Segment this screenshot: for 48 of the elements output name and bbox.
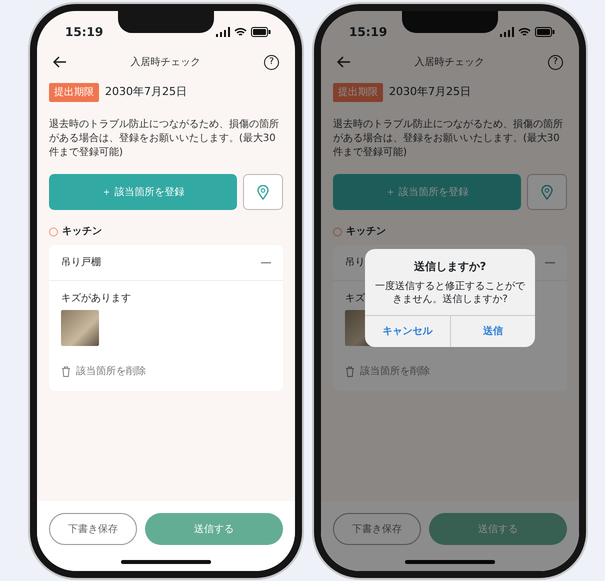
wifi-icon [234,27,247,37]
add-location-button[interactable]: ＋ 該当箇所を登録 [333,174,521,210]
battery-icon [251,27,271,37]
save-draft-button[interactable]: 下書き保存 [333,513,421,545]
submit-button[interactable]: 送信する [145,513,283,545]
notice-text: 退去時のトラブル防止につながるため、損傷の箇所がある場合は、登録をお願いいたします。(最大30件まで登録可能) [48,118,280,160]
help-button[interactable]: ? [264,54,279,70]
item-title: 吊り [345,256,365,270]
dialog-title: 送信しますか? [412,259,488,275]
photo-placeholder [61,310,99,346]
map-pin-button[interactable] [527,174,567,210]
item-comment: キズがあります [61,292,131,306]
screen-title: 入居時チェック [414,56,484,70]
location-icon [333,226,342,236]
location-icon [49,226,58,236]
notice-text: 退去時のトラブル防止につながるため、損傷の箇所がある場合は、登録をお願いいたします。(最大30件まで登録可能) [332,118,564,160]
section-title: キッチン [62,225,102,239]
submit-button[interactable]: 送信する [429,513,567,545]
deadline-date: 2030年7月25日 [105,84,187,100]
section-title: キッチン [346,225,386,239]
map-pin-icon [257,184,269,200]
save-draft-button[interactable]: 下書き保存 [49,513,137,545]
map-pin-button[interactable] [243,174,283,210]
map-pin-icon [541,184,553,200]
add-location-button[interactable]: ＋ 該当箇所を登録 [49,174,237,210]
item-title: 吊り戸棚 [61,256,101,270]
status-time: 15:19 [65,24,104,41]
back-arrow-icon[interactable] [53,56,67,68]
trash-icon [61,366,71,377]
item-comment: キズ [345,292,365,306]
deadline-date: 2030年7月25日 [389,84,471,100]
minus-icon[interactable] [545,260,555,264]
deadline-label: 提出期限 [49,83,99,102]
cancel-button[interactable]: キャンセル [365,316,450,346]
wifi-icon [518,27,531,37]
delete-location-link[interactable]: 該当箇所を削除 [76,364,146,379]
trash-icon [345,366,355,377]
minus-icon[interactable] [261,260,271,264]
delete-location-link[interactable]: 該当箇所を削除 [360,364,430,379]
signal-icon [216,27,230,37]
status-time: 15:19 [349,24,388,41]
deadline-label: 提出期限 [333,83,383,102]
signal-icon [500,27,514,37]
dialog-message: 一度送信すると修正することができません。送信しますか? [374,280,526,307]
send-button[interactable]: 送信 [450,316,535,346]
help-button[interactable]: ? [548,54,563,70]
battery-icon [535,27,555,37]
screen-title: 入居時チェック [130,56,200,70]
